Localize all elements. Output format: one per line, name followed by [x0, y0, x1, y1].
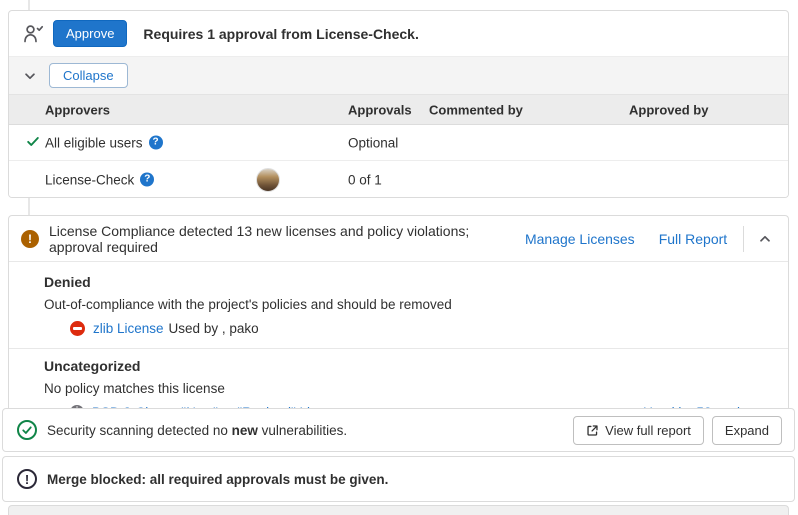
license-compliance-header: ! License Compliance detected 13 new lic…	[9, 216, 788, 262]
exclamation-circle-icon: !	[17, 469, 37, 489]
timeline-line	[28, 198, 30, 215]
approver-rule-name: All eligible users	[45, 135, 143, 150]
success-check-icon	[17, 420, 37, 440]
external-link-icon	[586, 424, 599, 437]
merge-blocked-widget: ! Merge blocked: all required approvals …	[2, 456, 795, 502]
approvals-value: Optional	[348, 135, 398, 150]
approve-button[interactable]: Approve	[53, 20, 127, 47]
divider	[743, 226, 744, 252]
collapse-row: Collapse	[9, 57, 788, 95]
approvals-value: 0 of 1	[348, 172, 382, 187]
view-full-report-button[interactable]: View full report	[573, 416, 704, 445]
security-summary-text: Security scanning detected no new vulner…	[47, 423, 573, 438]
view-full-report-label: View full report	[605, 423, 691, 438]
header-approved-by: Approved by	[629, 102, 708, 117]
denied-section-description: Out-of-compliance with the project's pol…	[44, 297, 773, 312]
security-text-bold: new	[232, 423, 258, 438]
expand-button[interactable]: Expand	[712, 416, 782, 445]
check-icon	[26, 134, 40, 151]
security-text-suffix: vulnerabilities.	[258, 423, 347, 438]
table-row: License-Check ? 0 of 1	[9, 161, 788, 198]
warning-icon: !	[21, 230, 39, 248]
header-approvals: Approvals	[348, 102, 412, 117]
license-report-body: Denied Out-of-compliance with the projec…	[9, 262, 788, 408]
chevron-down-icon[interactable]	[21, 67, 39, 85]
merge-blocked-text: Merge blocked: all required approvals mu…	[47, 472, 388, 487]
license-compliance-widget: ! License Compliance detected 13 new lic…	[8, 215, 789, 408]
divider	[9, 348, 788, 349]
user-check-icon	[21, 22, 45, 46]
security-text-prefix: Security scanning detected no	[47, 423, 232, 438]
uncategorized-section-description: No policy matches this license	[44, 381, 773, 396]
denied-icon	[70, 321, 85, 336]
used-by-text: Used by , pako	[169, 321, 259, 336]
collapse-button[interactable]: Collapse	[49, 63, 128, 88]
table-row: All eligible users ? Optional	[9, 125, 788, 161]
approve-row: Approve Requires 1 approval from License…	[9, 11, 788, 57]
approvers-table-header: Approvers Approvals Commented by Approve…	[9, 95, 788, 125]
header-approvers: Approvers	[45, 102, 110, 117]
list-item: i BSD 3-Clause "New" or "Revised" Licens…	[44, 401, 773, 408]
manage-licenses-link[interactable]: Manage Licenses	[525, 231, 635, 247]
merge-request-widget: Approve Requires 1 approval from License…	[0, 0, 798, 515]
timeline-line	[28, 0, 30, 10]
license-summary-text: License Compliance detected 13 new licen…	[49, 223, 501, 255]
help-icon[interactable]: ?	[140, 173, 154, 187]
full-report-link[interactable]: Full Report	[659, 231, 727, 247]
uncategorized-section-title: Uncategorized	[44, 358, 773, 374]
header-commented-by: Commented by	[429, 102, 523, 117]
license-link[interactable]: zlib License	[93, 321, 164, 336]
approval-widget: Approve Requires 1 approval from License…	[8, 10, 789, 198]
security-scanning-widget: Security scanning detected no new vulner…	[2, 408, 795, 452]
next-section-strip	[8, 505, 789, 515]
help-icon[interactable]: ?	[149, 136, 163, 150]
approval-requirement-text: Requires 1 approval from License-Check.	[143, 26, 418, 42]
approver-rule-name: License-Check	[45, 172, 134, 187]
chevron-up-icon[interactable]	[756, 230, 774, 248]
denied-section-title: Denied	[44, 274, 773, 290]
list-item: zlib License Used by , pako	[44, 317, 773, 339]
avatar	[256, 168, 280, 192]
